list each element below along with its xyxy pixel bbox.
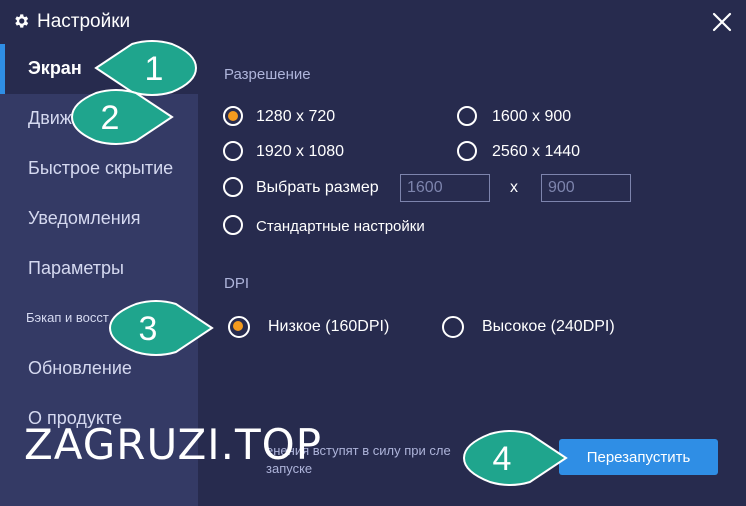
custom-width-input[interactable] [400,174,490,202]
sidebar-item-update[interactable]: Обновление [28,358,132,379]
radio-label-dpi-low: Низкое (160DPI) [268,318,390,335]
gear-icon [15,14,29,28]
restart-button[interactable]: Перезапустить [559,439,718,475]
size-separator: x [510,179,518,196]
radio-1920x1080[interactable] [223,141,243,161]
radio-custom-size[interactable] [223,177,243,197]
radio-1600x900[interactable] [457,106,477,126]
resolution-title: Разрешение [224,66,311,83]
watermark: ZAGRUZI.TOP [24,420,323,469]
sidebar-item-backup[interactable]: Бэкап и восст [26,310,109,325]
callout-marker-4-number: 4 [493,440,512,478]
custom-height-input[interactable] [541,174,631,202]
radio-label-1280x720: 1280 x 720 [256,108,336,125]
sidebar-item-notifications[interactable]: Уведомления [28,208,141,229]
radio-dpi-high[interactable] [442,316,464,338]
radio-1280x720[interactable] [223,106,243,126]
callout-marker-3: 3 [108,300,214,356]
radio-2560x1440[interactable] [457,141,477,161]
radio-label-1920x1080: 1920 x 1080 [256,143,345,160]
window-title: Настройки [37,11,131,32]
radio-default-settings[interactable] [223,215,243,235]
radio-label-default-settings: Стандартные настройки [256,218,425,235]
sidebar-item-screen[interactable]: Экран [28,58,82,79]
callout-marker-3-number: 3 [139,310,158,348]
radio-label-1600x900: 1600 x 900 [492,108,572,125]
callout-marker-2-number: 2 [101,99,120,137]
radio-label-2560x1440: 2560 x 1440 [492,143,581,160]
dpi-title: DPI [224,275,250,292]
close-icon[interactable] [708,8,736,36]
radio-dpi-low[interactable] [228,316,250,338]
sidebar-item-parameters[interactable]: Параметры [28,258,124,279]
radio-label-dpi-high: Высокое (240DPI) [482,318,615,335]
radio-label-custom-size: Выбрать размер [256,179,379,196]
callout-marker-1-number: 1 [145,50,164,88]
callout-marker-2: 2 [70,89,174,145]
callout-marker-4: 4 [462,430,568,486]
sidebar-item-quick-hide[interactable]: Быстрое скрытие [28,158,173,179]
sidebar-active-indicator [0,44,5,94]
